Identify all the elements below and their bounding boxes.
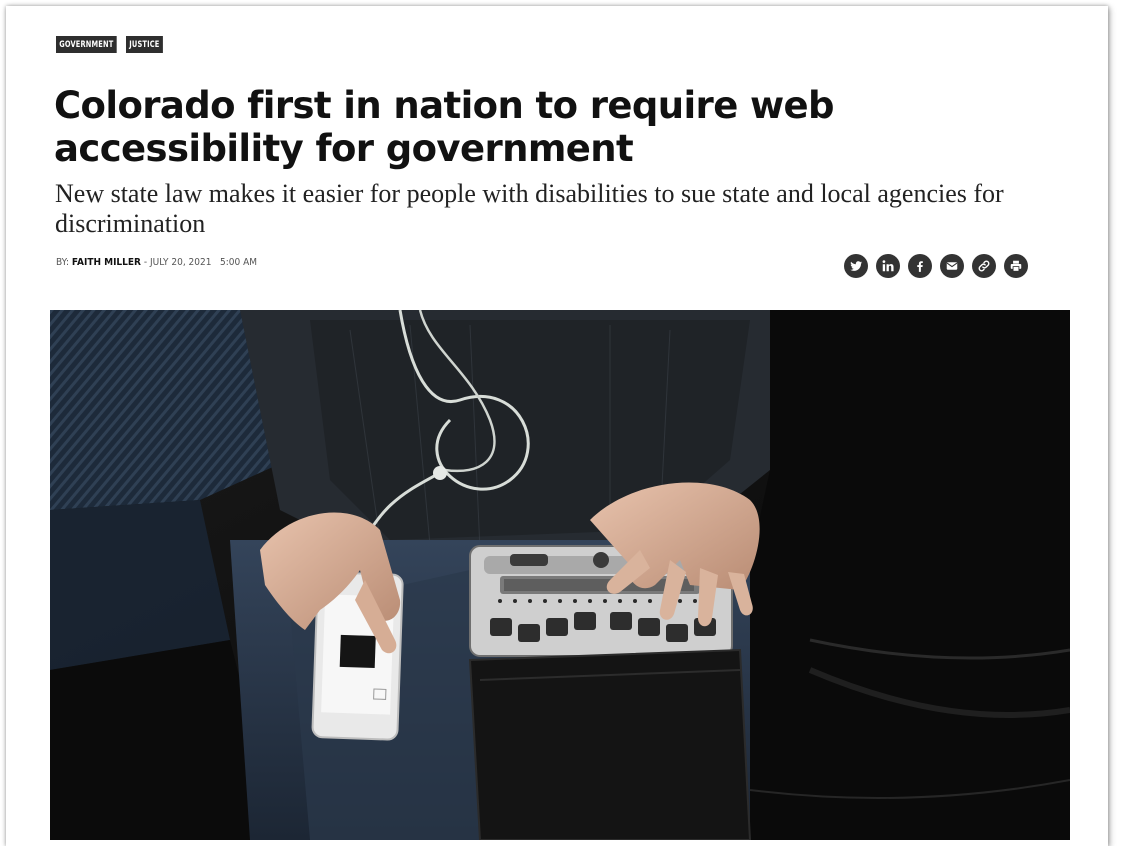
byline-prefix: BY: xyxy=(56,257,72,268)
article-title: Colorado first in nation to require web … xyxy=(54,84,835,170)
publish-time: 5:00 AM xyxy=(220,257,258,268)
publish-date: JULY 20, 2021 xyxy=(149,257,212,268)
facebook-share-button[interactable] xyxy=(908,254,932,278)
braille-display-photo xyxy=(50,310,1070,840)
email-icon xyxy=(946,262,958,270)
print-icon xyxy=(1010,260,1022,272)
twitter-icon xyxy=(850,261,863,271)
byline: BY: FAITH MILLER - JULY 20, 2021 5:00 AM xyxy=(56,257,257,268)
print-button[interactable] xyxy=(1004,254,1028,278)
linkedin-icon xyxy=(882,260,894,272)
facebook-icon xyxy=(917,261,923,272)
email-share-button[interactable] xyxy=(940,254,964,278)
link-icon xyxy=(978,260,990,272)
linkedin-share-button[interactable] xyxy=(876,254,900,278)
article-subtitle: New state law makes it easier for people… xyxy=(55,179,1004,238)
byline-separator: - xyxy=(140,257,150,268)
tag-government[interactable]: GOVERNMENT xyxy=(56,36,117,53)
author-link[interactable]: FAITH MILLER xyxy=(72,257,141,268)
category-tags: GOVERNMENT JUSTICE xyxy=(56,36,171,53)
twitter-share-button[interactable] xyxy=(844,254,868,278)
hero-photo xyxy=(50,310,1070,840)
article-card: GOVERNMENT JUSTICE Colorado first in nat… xyxy=(6,6,1108,846)
tag-justice[interactable]: JUSTICE xyxy=(126,36,163,53)
share-bar xyxy=(844,254,1028,278)
copy-link-button[interactable] xyxy=(972,254,996,278)
